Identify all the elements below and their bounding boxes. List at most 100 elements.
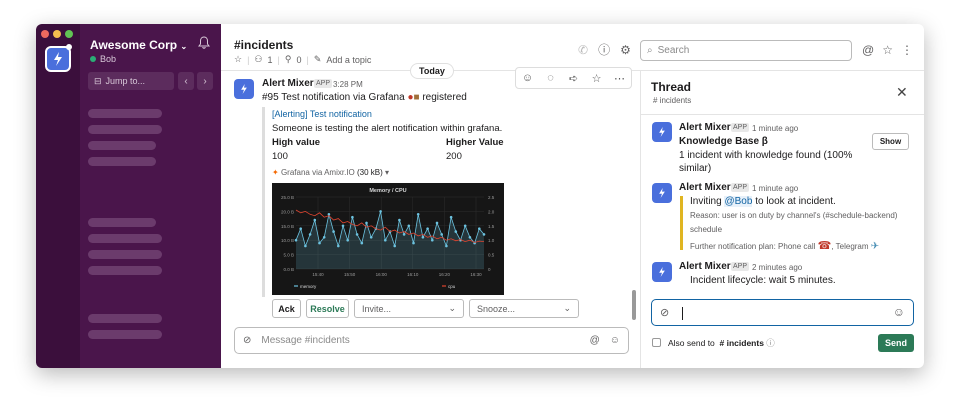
channel-header-actions: ✆ ⓘ ⚙ — [578, 44, 631, 56]
data-point-memory — [416, 213, 420, 216]
add-reaction-icon[interactable]: ☺ — [516, 68, 539, 88]
also-send-label: Also send to # incidents ⓘ — [668, 338, 775, 348]
search-placeholder: Search — [657, 45, 690, 56]
ack-button[interactable]: Ack — [272, 299, 301, 318]
data-point-memory — [445, 244, 448, 248]
high-value: 100 — [272, 151, 288, 162]
pin-icon[interactable]: ⚲ — [285, 54, 292, 65]
app-badge: APP — [731, 183, 750, 192]
x-tick-label: 15:40 — [312, 272, 324, 277]
app-badge: APP — [731, 123, 750, 132]
snooze-select[interactable]: Snooze... ⌄ — [469, 299, 579, 318]
mention-icon[interactable]: @ — [590, 335, 600, 346]
data-point-memory — [308, 233, 312, 236]
package-emoji-icon: ■ — [413, 92, 420, 103]
attachment-bar — [262, 107, 265, 297]
invite-select[interactable]: Invite... ⌄ — [354, 299, 464, 318]
x-tick-label: 16:00 — [376, 272, 388, 277]
more-vertical-icon[interactable]: ⋮ — [901, 44, 913, 56]
thread-sender[interactable]: Alert Mixer — [679, 122, 731, 133]
chart-title: Memory / CPU — [369, 188, 406, 194]
share-icon[interactable]: ➪ — [562, 68, 585, 88]
data-point-memory — [398, 218, 401, 222]
data-point-memory — [355, 233, 359, 236]
thread-reply-input[interactable]: ⊘ ☺ — [651, 299, 914, 326]
high-value-label: High value — [272, 137, 321, 148]
y-left-tick-label: 10.0 B — [281, 238, 294, 243]
thread-channel[interactable]: # incidents — [653, 96, 691, 105]
data-point-memory — [426, 227, 429, 230]
star-icon[interactable]: ☆ — [882, 44, 893, 56]
avatar[interactable] — [652, 122, 672, 142]
emoji-icon[interactable]: ☺ — [893, 305, 905, 319]
alert-title-link[interactable]: [Alerting] Test notification — [272, 109, 372, 119]
y-left-tick-label: 5.0 B — [283, 253, 294, 258]
thread-sender[interactable]: Alert Mixer — [679, 261, 731, 272]
attachment-bar — [680, 196, 683, 250]
thread-timestamp[interactable]: 2 minutes ago — [752, 263, 802, 272]
data-point-memory — [337, 244, 340, 248]
data-point-memory — [304, 244, 307, 248]
data-point-memory — [351, 215, 354, 219]
show-button[interactable]: Show — [872, 133, 909, 150]
reason-text: Reason: user is on duty by channel's (#s… — [690, 211, 898, 220]
add-topic-link[interactable]: Add a topic — [326, 55, 371, 65]
data-point-memory — [313, 218, 317, 222]
grafana-chart[interactable]: Memory / CPU 0.0 B 5.0 B 10.0 B 15.0 B 20.0 B… — [272, 183, 504, 295]
channel-title[interactable]: #incidents — [234, 38, 293, 52]
data-point-memory — [463, 224, 467, 228]
snooze-label: Snooze... — [477, 303, 516, 314]
thread-sender[interactable]: Alert Mixer — [679, 182, 731, 193]
gear-icon[interactable]: ⚙ — [620, 44, 631, 56]
grafana-icon: ✦ — [272, 168, 279, 177]
scrollbar[interactable] — [632, 290, 636, 320]
date-divider[interactable]: Today — [410, 63, 454, 79]
reply-thread-icon[interactable]: ◌ — [539, 68, 562, 88]
data-point-memory — [449, 215, 453, 219]
close-icon[interactable]: ✕ — [896, 84, 908, 101]
resolve-button[interactable]: Resolve — [306, 299, 349, 318]
also-send-checkbox[interactable] — [652, 338, 661, 347]
pencil-icon: ✎ — [313, 54, 322, 64]
user-mention[interactable]: @Bob — [724, 196, 753, 207]
app-badge: APP — [731, 262, 750, 271]
data-point-memory — [294, 238, 298, 242]
data-point-memory — [407, 224, 411, 228]
higher-value-label: Higher Value — [446, 137, 504, 148]
avatar[interactable] — [652, 262, 672, 282]
phone-icon[interactable]: ✆ — [578, 44, 588, 56]
member-count[interactable]: 1 — [268, 55, 273, 65]
data-point-memory — [421, 236, 425, 239]
higher-value: 200 — [446, 151, 462, 162]
message-composer[interactable]: ⊘ Message #incidents @ ☺ — [234, 327, 629, 354]
data-point-memory — [478, 227, 481, 230]
attach-icon[interactable]: ⊘ — [243, 335, 251, 346]
search-input[interactable]: ⌕ Search — [640, 40, 852, 61]
chevron-down-icon: ▾ — [385, 168, 390, 177]
y-right-tick-label: 1.0 — [488, 238, 495, 243]
pin-count[interactable]: 0 — [296, 55, 301, 65]
data-point-memory — [431, 238, 434, 242]
info-icon[interactable]: ⓘ — [766, 338, 775, 348]
message-sender[interactable]: Alert Mixer — [262, 78, 314, 89]
data-point-memory — [327, 213, 331, 216]
top-right-actions: @ ☆ ⋮ — [862, 44, 913, 56]
info-icon[interactable]: ⓘ — [598, 44, 610, 56]
star-icon[interactable]: ☆ — [234, 54, 242, 65]
bookmark-icon[interactable]: ☆ — [585, 68, 608, 88]
message-text: #95 Test notification via Grafana ●■ reg… — [262, 92, 467, 103]
mention-icon[interactable]: @ — [862, 44, 874, 56]
x-tick-label: 16:30 — [470, 272, 482, 277]
avatar[interactable] — [234, 79, 254, 99]
attach-icon[interactable]: ⊘ — [660, 306, 669, 319]
members-icon[interactable]: ⚇ — [254, 54, 262, 65]
message-timestamp[interactable]: 3:28 PM — [333, 80, 363, 89]
thread-timestamp[interactable]: 1 minute ago — [752, 184, 798, 193]
file-info[interactable]: ✦ Grafana via Amixr.IO (30 kB) ▾ — [272, 168, 389, 177]
more-actions-icon[interactable]: ⋯ — [608, 68, 631, 88]
avatar[interactable] — [652, 183, 672, 203]
thread-timestamp[interactable]: 1 minute ago — [752, 124, 798, 133]
thread-header-divider — [641, 114, 924, 115]
send-button[interactable]: Send — [878, 334, 914, 352]
emoji-icon[interactable]: ☺ — [610, 335, 620, 346]
